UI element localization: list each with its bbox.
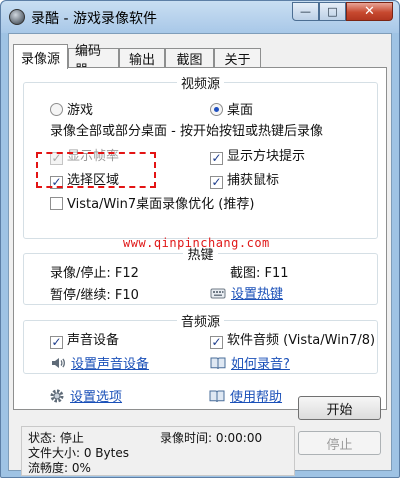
show-fps-label: 显示帧率 — [67, 149, 120, 164]
maximize-button[interactable]: □ — [319, 2, 346, 21]
minimize-button[interactable]: — — [292, 2, 319, 21]
tab-about[interactable]: 关于 — [214, 48, 261, 68]
tab-encoder[interactable]: 编码器 — [68, 44, 119, 78]
hotkey-screenshot: 截图: F11 — [230, 266, 289, 281]
radio-desktop-indicator[interactable] — [210, 103, 223, 116]
aero-optimize-label: Vista/Win7桌面录像优化 (推荐) — [67, 197, 255, 212]
status-smoothness: 流畅度: 0% — [28, 461, 91, 475]
sound-device-check-icon[interactable]: ✓ — [50, 336, 63, 349]
tab-screenshot[interactable]: 截图 — [165, 48, 214, 68]
sound-device-checkbox[interactable]: ✓ 声音设备 — [50, 329, 119, 349]
hotkey-pause-resume: 暂停/继续: F10 — [50, 288, 139, 303]
window-title: 录酷 - 游戏录像软件 — [31, 11, 157, 27]
gear-icon — [49, 388, 65, 404]
select-region-label: 选择区域 — [67, 173, 120, 188]
status-panel: 状态: 停止 录像时间: 0:00:00 文件大小: 0 Bytes 流畅度: … — [21, 426, 295, 476]
keyboard-icon — [210, 285, 226, 301]
stop-button: 停止 — [298, 431, 381, 455]
show-box-hint-label: 显示方块提示 — [227, 149, 306, 164]
software-audio-label: 软件音频 (Vista/Win7/8) — [227, 333, 376, 348]
start-button[interactable]: 开始 — [298, 396, 381, 420]
software-audio-check-icon[interactable]: ✓ — [210, 336, 223, 349]
tab-video-source[interactable]: 录像源 — [13, 44, 68, 69]
how-to-record-link[interactable]: 如何录音? — [210, 353, 290, 372]
radio-game[interactable]: 游戏 — [50, 99, 93, 118]
radio-desktop-label: 桌面 — [227, 103, 254, 118]
watermark-text: www.qinpinchang.com — [123, 236, 270, 250]
video-source-group: 视频源 游戏 桌面 录像全部或部分桌面 - 按开始按钮或热键后录像 ✓ 显示帧率 … — [23, 77, 378, 239]
client-area: 录像源 编码器 输出 截图 关于 视频源 游戏 桌面 录像全部或部分桌面 - 按… — [8, 33, 392, 476]
set-hotkeys-label[interactable]: 设置热键 — [231, 287, 283, 302]
status-record-time: 录像时间: 0:00:00 — [160, 431, 263, 445]
help-link[interactable]: 使用帮助 — [209, 386, 282, 405]
speaker-icon — [50, 355, 66, 371]
show-fps-checkbox: ✓ 显示帧率 — [50, 145, 119, 165]
aero-optimize-checkbox[interactable]: Vista/Win7桌面录像优化 (推荐) — [50, 193, 254, 212]
select-region-checkbox[interactable]: ✓ 选择区域 — [50, 169, 119, 189]
hotkeys-group: 热键 录像/停止: F12 截图: F11 暂停/继续: F10 设置热键 — [23, 248, 378, 305]
radio-desktop[interactable]: 桌面 — [210, 99, 253, 118]
audio-source-group: 音频源 ✓ 声音设备 ✓ 软件音频 (Vista/Win7/8) 设置声音设备 如何… — [23, 315, 378, 374]
show-box-hint-checkbox[interactable]: ✓ 显示方块提示 — [210, 145, 305, 165]
settings-label[interactable]: 设置选项 — [70, 390, 122, 405]
close-button[interactable]: ✕ — [346, 2, 393, 21]
app-window: 录酷 - 游戏录像软件 — □ ✕ 录像源 编码器 输出 截图 关于 视频源 游… — [0, 0, 400, 478]
set-hotkeys-link[interactable]: 设置热键 — [210, 283, 283, 302]
settings-link[interactable]: 设置选项 — [49, 386, 122, 405]
software-audio-checkbox[interactable]: ✓ 软件音频 (Vista/Win7/8) — [210, 329, 375, 349]
help-label[interactable]: 使用帮助 — [230, 390, 282, 405]
radio-game-label: 游戏 — [67, 103, 94, 118]
set-sound-device-link[interactable]: 设置声音设备 — [50, 353, 149, 372]
title-bar[interactable]: 录酷 - 游戏录像软件 — □ ✕ — [1, 1, 399, 33]
set-sound-device-label[interactable]: 设置声音设备 — [71, 357, 149, 372]
book-icon — [210, 355, 226, 371]
video-source-description: 录像全部或部分桌面 - 按开始按钮或热键后录像 — [50, 124, 323, 139]
capture-mouse-label: 捕获鼠标 — [227, 173, 280, 188]
hotkeys-title: 热键 — [183, 248, 218, 263]
show-box-hint-check-icon[interactable]: ✓ — [210, 152, 223, 165]
capture-mouse-checkbox[interactable]: ✓ 捕获鼠标 — [210, 169, 279, 189]
aero-optimize-check-icon[interactable] — [50, 197, 63, 210]
tab-output[interactable]: 输出 — [119, 48, 165, 68]
audio-source-title: 音频源 — [176, 315, 224, 330]
how-to-record-label[interactable]: 如何录音? — [231, 357, 290, 372]
video-source-title: 视频源 — [176, 77, 224, 92]
sound-device-label: 声音设备 — [67, 333, 120, 348]
capture-mouse-check-icon[interactable]: ✓ — [210, 176, 223, 189]
show-fps-check-icon: ✓ — [50, 151, 63, 165]
app-logo-icon[interactable] — [9, 9, 25, 25]
help-book-icon — [209, 388, 225, 404]
select-region-check-icon[interactable]: ✓ — [50, 176, 63, 189]
radio-game-indicator[interactable] — [50, 103, 63, 116]
hotkey-record-stop: 录像/停止: F12 — [50, 266, 139, 281]
